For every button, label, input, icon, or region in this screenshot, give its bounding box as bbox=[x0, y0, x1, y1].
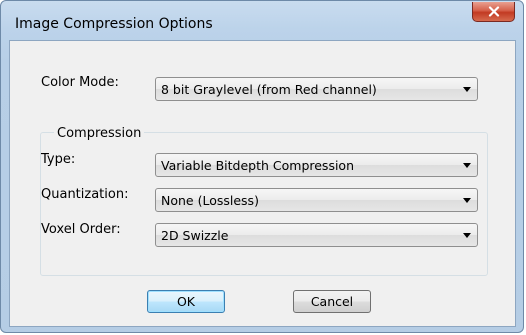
voxel-order-select[interactable]: 2D Swizzle bbox=[155, 223, 478, 247]
chevron-down-icon bbox=[463, 198, 471, 203]
chevron-down-icon bbox=[463, 87, 471, 92]
type-select[interactable]: Variable Bitdepth Compression bbox=[155, 153, 478, 177]
close-button[interactable] bbox=[472, 2, 515, 22]
close-icon bbox=[488, 6, 500, 17]
chevron-down-icon bbox=[463, 163, 471, 168]
voxel-order-label: Voxel Order: bbox=[41, 222, 121, 237]
compression-group-label: Compression bbox=[54, 126, 145, 141]
color-mode-select[interactable]: 8 bit Graylevel (from Red channel) bbox=[155, 77, 478, 101]
title-bar[interactable]: Image Compression Options bbox=[1, 1, 523, 39]
cancel-button[interactable]: Cancel bbox=[293, 290, 371, 313]
type-label: Type: bbox=[41, 152, 76, 167]
voxel-order-value: 2D Swizzle bbox=[161, 228, 229, 243]
window-title: Image Compression Options bbox=[15, 16, 213, 32]
dialog-window: Image Compression Options Color Mode: 8 … bbox=[0, 0, 524, 333]
dialog-content: Color Mode: 8 bit Graylevel (from Red ch… bbox=[9, 40, 516, 327]
chevron-down-icon bbox=[463, 233, 471, 238]
color-mode-label: Color Mode: bbox=[41, 75, 119, 90]
ok-button[interactable]: OK bbox=[147, 290, 225, 313]
type-value: Variable Bitdepth Compression bbox=[161, 158, 354, 173]
quantization-label: Quantization: bbox=[41, 187, 129, 202]
quantization-value: None (Lossless) bbox=[161, 193, 259, 208]
color-mode-value: 8 bit Graylevel (from Red channel) bbox=[161, 82, 377, 97]
quantization-select[interactable]: None (Lossless) bbox=[155, 188, 478, 212]
